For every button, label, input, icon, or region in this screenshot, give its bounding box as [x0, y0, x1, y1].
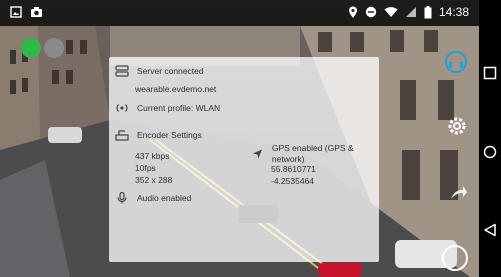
bitrate-text: 437 kbps: [135, 151, 170, 161]
longitude-text: -4.2535464: [271, 176, 315, 186]
microphone-icon: [117, 192, 127, 204]
encoder-settings-title: Encoder Settings: [137, 129, 202, 140]
image-icon: [10, 6, 22, 18]
back-icon[interactable]: [483, 223, 497, 237]
clock-time: 14:38: [438, 5, 469, 19]
status-bar: 14:38: [0, 0, 479, 26]
battery-icon: [424, 5, 432, 18]
server-icon: [115, 65, 129, 77]
recent-apps-icon[interactable]: [483, 66, 497, 80]
gps-arrow-icon: [252, 149, 263, 159]
gps-status-text: GPS enabled (GPS & network): [271, 143, 354, 164]
system-navigation-bar: [479, 0, 501, 277]
signal-icon: [405, 7, 416, 17]
headset-icon[interactable]: [444, 50, 468, 74]
server-host-text: wearable.evdemo.net: [135, 84, 217, 94]
camera-icon: [31, 7, 42, 17]
audio-status-text: Audio enabled: [137, 192, 192, 203]
record-status-inactive-dot[interactable]: [44, 38, 64, 58]
stream-info-panel: Server connected wearable.evdemo.net Cur…: [109, 57, 379, 262]
minus-circle-icon: [365, 6, 377, 18]
home-icon[interactable]: [483, 145, 497, 159]
latitude-text: 55.8610771: [271, 164, 316, 174]
current-profile-text: Current profile: WLAN: [137, 102, 221, 113]
server-status-text: Server connected: [137, 65, 204, 76]
location-icon: [348, 6, 357, 18]
camera-viewfinder[interactable]: 14:38 Server connected wearable.evdemo.n…: [0, 0, 479, 277]
broadcast-icon: [116, 104, 128, 112]
record-status-active-dot[interactable]: [21, 38, 41, 58]
wifi-icon: [384, 7, 398, 17]
settings-gear-icon[interactable]: [445, 114, 469, 138]
shutter-icon[interactable]: [440, 243, 470, 273]
fps-text: 10fps: [135, 163, 156, 173]
encoder-icon: [115, 130, 129, 141]
resolution-text: 352 x 288: [135, 175, 173, 185]
share-icon[interactable]: [448, 183, 468, 203]
